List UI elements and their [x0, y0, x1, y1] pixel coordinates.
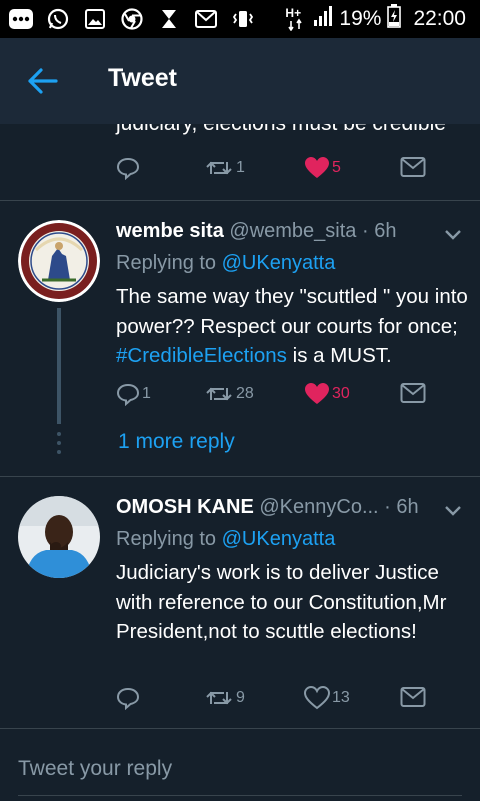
reply-icon — [116, 687, 140, 710]
tweet-header: OMOSH KANE @KennyCo... · 6h — [116, 496, 419, 519]
status-bar: H+ 19% 22:00 — [0, 0, 480, 38]
page-title: Tweet — [108, 64, 177, 92]
username[interactable]: @wembe_sita — [229, 220, 356, 242]
retweet-button[interactable]: 9 — [204, 686, 245, 710]
gmail-icon — [193, 8, 219, 30]
tweet-feed[interactable]: judiciary, elections must be credible 1 … — [0, 124, 480, 728]
tweet[interactable]: OMOSH KANE @KennyCo... · 6h Replying to … — [0, 476, 480, 728]
avatar[interactable] — [18, 220, 100, 302]
heart-icon — [304, 686, 330, 710]
avatar[interactable] — [18, 496, 100, 578]
mail-icon — [400, 687, 426, 707]
reply-icon — [116, 157, 140, 180]
retweet-count: 9 — [236, 689, 245, 706]
heart-filled-icon — [305, 383, 329, 404]
mail-icon — [400, 383, 426, 403]
replying-to: Replying to @UKenyatta — [116, 252, 335, 275]
vibrate-icon — [230, 8, 256, 30]
tweet-menu-button[interactable] — [443, 228, 463, 242]
reply-input[interactable] — [18, 749, 462, 789]
reply-composer — [0, 728, 480, 801]
previous-tweet-text: judiciary, elections must be credible — [116, 124, 446, 136]
retweet-icon — [206, 387, 232, 401]
reply-button[interactable] — [116, 686, 142, 710]
reply-button[interactable] — [116, 156, 140, 180]
chevron-down-icon — [445, 230, 461, 240]
network-icon: H+ — [285, 6, 307, 31]
input-underline — [18, 795, 462, 796]
replying-prefix: Replying to — [116, 528, 217, 550]
clock: 22:00 — [413, 7, 466, 30]
person-avatar-icon — [18, 496, 100, 578]
hashtag-link[interactable]: #CredibleElections — [116, 344, 287, 367]
display-name[interactable]: wembe sita — [116, 220, 224, 242]
tweet-text-part: The same way they "scuttled " you into p… — [116, 285, 468, 338]
timestamp: · 6h — [361, 220, 397, 242]
reply-icon — [116, 383, 140, 406]
retweet-count: 28 — [236, 385, 254, 402]
whatsapp-icon — [45, 8, 71, 30]
battery-percent: 19% — [339, 7, 382, 30]
tweet[interactable]: wembe sita @wembe_sita · 6h Replying to … — [0, 200, 480, 476]
tweet-actions: 1 28 30 — [116, 382, 436, 412]
username[interactable]: @KennyCo... — [259, 496, 378, 518]
chrome-icon — [119, 8, 145, 30]
timestamp: · 6h — [384, 496, 419, 518]
share-button[interactable] — [400, 382, 426, 404]
signal-icon — [313, 5, 333, 33]
thread-dots — [56, 432, 62, 459]
mention-link[interactable]: @UKenyatta — [222, 252, 336, 274]
share-button[interactable] — [400, 156, 426, 178]
retweet-button[interactable]: 1 — [204, 156, 245, 180]
top-app-bar: Tweet — [0, 38, 480, 124]
heart-filled-icon — [305, 157, 329, 178]
bbm-icon — [8, 8, 34, 30]
tweet-text: The same way they "scuttled " you into p… — [116, 282, 471, 371]
share-button[interactable] — [400, 686, 426, 708]
more-replies-link[interactable]: 1 more reply — [118, 430, 235, 454]
display-name[interactable]: OMOSH KANE — [116, 496, 254, 518]
like-button[interactable]: 5 — [304, 156, 341, 180]
back-button[interactable] — [26, 66, 60, 96]
tweet-menu-button[interactable] — [443, 504, 463, 518]
like-count: 30 — [332, 385, 350, 402]
reply-count: 1 — [142, 385, 151, 402]
like-button[interactable]: 30 — [304, 382, 350, 406]
reply-button[interactable]: 1 — [116, 382, 151, 406]
retweet-button[interactable]: 28 — [204, 382, 254, 406]
seal-avatar-icon — [18, 220, 100, 302]
arrow-left-icon — [28, 68, 58, 94]
hourglass-icon — [156, 8, 182, 30]
tweet-text-part: is a MUST. — [286, 344, 392, 367]
retweet-icon — [206, 691, 232, 705]
like-count: 5 — [332, 159, 341, 176]
like-count: 13 — [332, 689, 350, 706]
tweet-actions: 9 13 — [116, 686, 436, 716]
tweet-text: Judiciary's work is to deliver Justice w… — [116, 561, 447, 643]
tweet-header: wembe sita @wembe_sita · 6h — [116, 220, 396, 243]
replying-to: Replying to @UKenyatta — [116, 528, 335, 551]
retweet-icon — [206, 161, 232, 175]
like-button[interactable]: 13 — [304, 686, 350, 710]
gallery-icon — [82, 8, 108, 30]
retweet-count: 1 — [236, 159, 245, 176]
mention-link[interactable]: @UKenyatta — [222, 528, 336, 550]
battery-icon — [387, 4, 402, 34]
replying-prefix: Replying to — [116, 252, 217, 274]
thread-line — [57, 308, 61, 424]
previous-tweet-actions: 1 5 — [116, 156, 436, 186]
mail-icon — [400, 157, 426, 177]
chevron-down-icon — [445, 506, 461, 516]
